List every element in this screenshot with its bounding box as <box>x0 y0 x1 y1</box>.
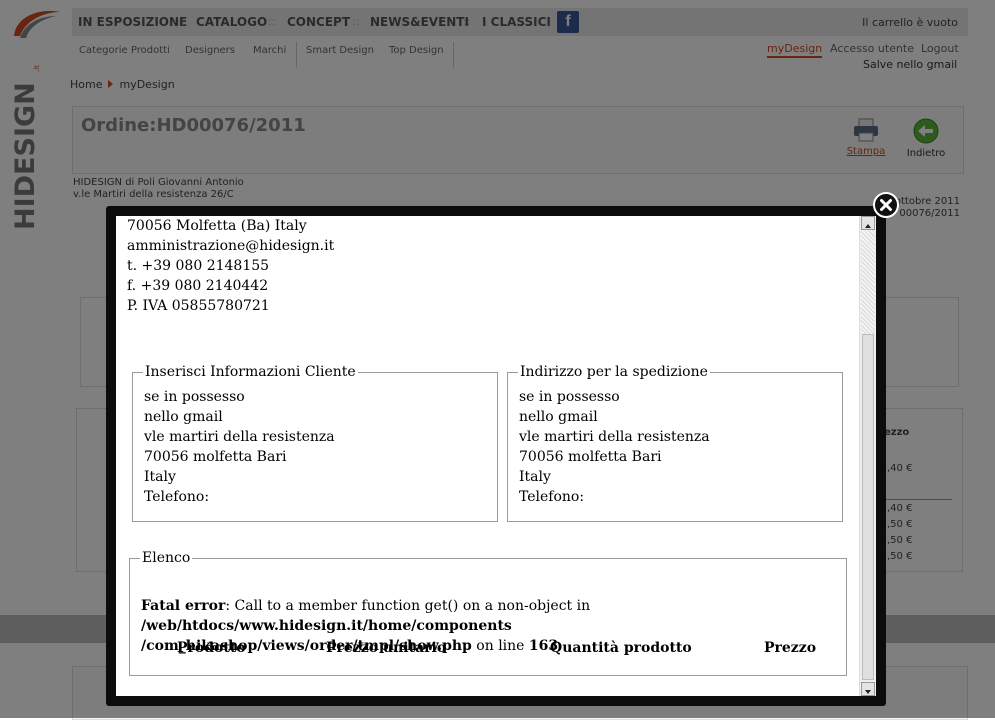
product-list-fieldset: Elenco Fatal error: Call to a member fun… <box>129 550 847 676</box>
contact-city: 70056 Molfetta (Ba) Italy <box>127 218 307 234</box>
scroll-down-button[interactable] <box>861 682 875 696</box>
customer-line: se in possesso <box>144 389 245 405</box>
customer-info-fieldset: Inserisci Informazioni Cliente se in pos… <box>132 364 498 522</box>
shipping-line: nello gmail <box>519 409 598 425</box>
scroll-thumb[interactable] <box>862 334 874 680</box>
error-text: : Call to a member function get() on a n… <box>225 598 591 614</box>
column-header-prodotto: Prodotto <box>177 640 246 656</box>
customer-info-legend: Inserisci Informazioni Cliente <box>143 364 358 380</box>
customer-line: nello gmail <box>144 409 223 425</box>
contact-fax: f. +39 080 2140442 <box>127 278 269 294</box>
shipping-line: se in possesso <box>519 389 620 405</box>
error-label: Fatal error <box>141 598 226 614</box>
shipping-address-fieldset: Indirizzo per la spedizione se in posses… <box>507 364 843 522</box>
scroll-down-arrow-icon <box>865 690 871 694</box>
contact-phone: t. +39 080 2148155 <box>127 258 270 274</box>
shipping-address-legend: Indirizzo per la spedizione <box>518 364 710 380</box>
shipping-line: vle martiri della resistenza <box>519 429 710 445</box>
order-modal: 70056 Molfetta (Ba) Italy amministrazion… <box>106 206 886 706</box>
customer-info-lines: se in possesso nello gmail vle martiri d… <box>144 387 335 507</box>
company-contact: 70056 Molfetta (Ba) Italy amministrazion… <box>127 216 334 316</box>
customer-line: 70056 molfetta Bari <box>144 449 287 465</box>
contact-vat: P. IVA 05855780721 <box>127 298 270 314</box>
customer-line: vle martiri della resistenza <box>144 429 335 445</box>
column-header-prezzo: Prezzo <box>764 640 817 656</box>
column-header-quantita: Quantità prodotto <box>550 640 692 656</box>
column-header-prezzo-unitario: Prezzo unitario <box>326 640 447 656</box>
shipping-line: Italy <box>519 469 551 485</box>
contact-email: amministrazione@hidesign.it <box>127 238 335 254</box>
product-list-legend: Elenco <box>140 550 193 566</box>
modal-content[interactable]: 70056 Molfetta (Ba) Italy amministrazion… <box>116 216 876 696</box>
error-online: on line <box>471 638 529 654</box>
shipping-address-lines: se in possesso nello gmail vle martiri d… <box>519 387 710 507</box>
fatal-error-message: Fatal error: Call to a member function g… <box>141 596 841 656</box>
scroll-track[interactable] <box>861 230 875 334</box>
close-icon[interactable] <box>873 192 899 218</box>
customer-line: Telefono: <box>144 489 210 505</box>
shipping-line: 70056 molfetta Bari <box>519 449 662 465</box>
shipping-line: Telefono: <box>519 489 585 505</box>
scroll-up-button[interactable] <box>861 216 875 230</box>
customer-line: Italy <box>144 469 176 485</box>
modal-scrollbar[interactable] <box>859 216 876 696</box>
